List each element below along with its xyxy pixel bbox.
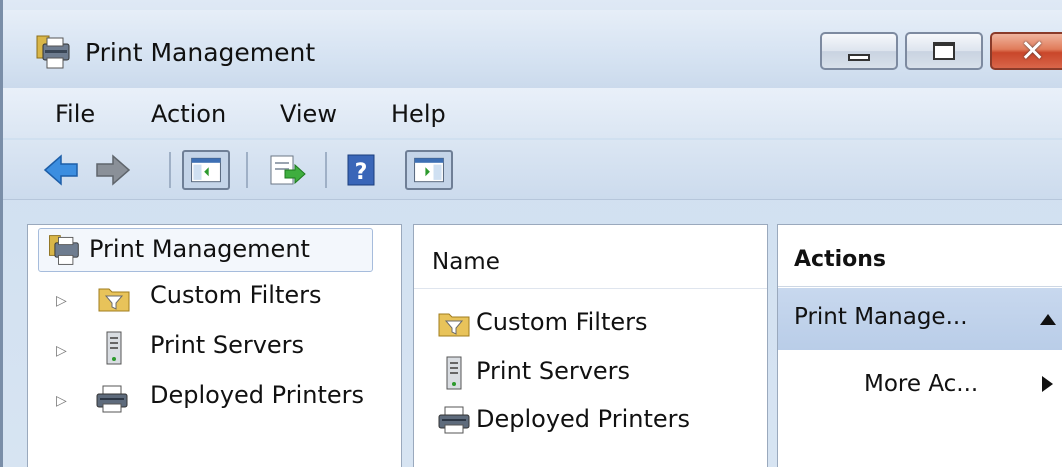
back-arrow-icon[interactable] <box>41 150 81 190</box>
server-icon <box>106 331 122 365</box>
expand-triangle-icon[interactable]: ▷ <box>56 293 67 309</box>
svg-text:?: ? <box>355 160 368 185</box>
maximize-icon <box>933 42 955 60</box>
export-list-icon[interactable] <box>261 150 309 190</box>
menu-view[interactable]: View <box>280 100 337 128</box>
print-management-window: Print Management ✕ File Action View Help <box>0 0 1062 467</box>
tree-item-print-management[interactable]: Print Management <box>38 228 373 272</box>
tree-item-custom-filters[interactable]: Custom Filters <box>150 281 322 309</box>
show-hide-action-pane-icon[interactable] <box>405 150 453 190</box>
maximize-button[interactable] <box>905 32 983 70</box>
forward-arrow-icon[interactable] <box>93 150 133 190</box>
printer-icon <box>96 385 128 413</box>
menu-action[interactable]: Action <box>151 100 226 128</box>
more-actions-link[interactable]: More Ac... <box>864 371 978 397</box>
printer-icon <box>438 406 470 434</box>
menu-bar: File Action View Help <box>3 88 1062 138</box>
collapse-triangle-icon[interactable] <box>1040 314 1056 325</box>
toolbar-separator <box>246 152 248 188</box>
column-header-name[interactable]: Name <box>414 225 767 289</box>
tree-item-deployed-printers[interactable]: Deployed Printers <box>150 381 364 409</box>
expand-triangle-icon[interactable]: ▷ <box>56 393 67 409</box>
print-management-icon <box>49 235 79 265</box>
toolbar-separator <box>325 152 327 188</box>
toolbar: ? <box>3 140 1062 200</box>
show-hide-console-tree-icon[interactable] <box>182 150 230 190</box>
help-icon[interactable]: ? <box>343 150 379 190</box>
list-item-print-servers[interactable]: Print Servers <box>476 357 630 385</box>
actions-pane: Actions Print Manage... More Ac... <box>777 224 1062 467</box>
filter-folder-icon <box>438 313 470 337</box>
print-management-icon <box>36 35 70 69</box>
expand-triangle-icon[interactable]: ▷ <box>56 343 67 359</box>
actions-header: Actions <box>778 225 1062 287</box>
actions-title: Actions <box>794 247 886 272</box>
list-item-custom-filters[interactable]: Custom Filters <box>476 308 648 336</box>
actions-group-print-management[interactable]: Print Manage... <box>778 288 1062 350</box>
title-bar[interactable]: Print Management ✕ <box>3 10 1062 88</box>
results-list-pane: Name Custom Filters Print Servers Deploy… <box>413 224 768 467</box>
toolbar-separator <box>169 152 171 188</box>
column-header-label: Name <box>432 249 500 275</box>
submenu-arrow-icon[interactable] <box>1042 376 1053 392</box>
tree-item-print-servers[interactable]: Print Servers <box>150 331 304 359</box>
tree-root-label: Print Management <box>89 235 310 263</box>
menu-file[interactable]: File <box>55 100 95 128</box>
window-title: Print Management <box>85 38 316 67</box>
close-icon: ✕ <box>1020 34 1046 69</box>
minimize-icon <box>848 54 870 61</box>
server-icon <box>446 356 462 390</box>
menu-help[interactable]: Help <box>391 100 446 128</box>
close-button[interactable]: ✕ <box>990 32 1062 70</box>
minimize-button[interactable] <box>820 32 898 70</box>
console-tree-pane: Print Management ▷ Custom Filters ▷ Prin… <box>27 224 402 467</box>
filter-folder-icon <box>98 288 130 312</box>
actions-group-label: Print Manage... <box>794 304 968 330</box>
list-item-deployed-printers[interactable]: Deployed Printers <box>476 405 690 433</box>
